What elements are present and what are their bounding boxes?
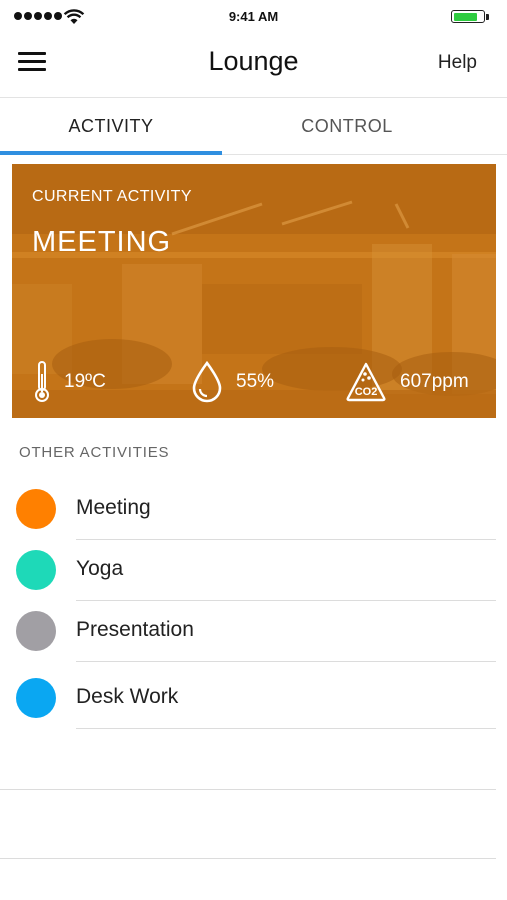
humidity-value: 55% <box>236 371 275 392</box>
help-button[interactable]: Help <box>438 52 477 74</box>
activity-color-dot <box>16 678 56 718</box>
tab-control[interactable]: CONTROL <box>236 99 458 155</box>
activity-label: Meeting <box>76 496 151 519</box>
activity-item-yoga[interactable]: Yoga <box>0 539 507 601</box>
battery-icon <box>451 10 485 23</box>
co2-icon-text: CO2 <box>355 386 378 398</box>
status-bar: 9:41 AM <box>0 0 507 32</box>
co2-icon: CO2 <box>346 362 386 402</box>
row-divider <box>76 661 496 662</box>
other-activities-header: OTHER ACTIVITIES <box>19 444 170 461</box>
activity-label: Yoga <box>76 557 124 580</box>
activity-item-desk-work[interactable]: Desk Work <box>0 667 507 729</box>
activity-color-dot <box>16 550 56 590</box>
co2-value: 607ppm <box>400 371 469 392</box>
activity-item-presentation[interactable]: Presentation <box>0 600 507 662</box>
list-divider <box>0 858 496 859</box>
humidity-stat: 55% <box>190 360 274 404</box>
nav-bar: Lounge Help <box>0 32 507 98</box>
status-time: 9:41 AM <box>228 9 279 24</box>
current-activity-label: CURRENT ACTIVITY <box>32 188 192 205</box>
active-tab-indicator <box>0 151 222 155</box>
activity-item-meeting[interactable]: Meeting <box>0 478 507 540</box>
list-divider <box>0 789 496 790</box>
current-activity-card[interactable]: CURRENT ACTIVITY MEETING 19ºC 55% CO2 60… <box>12 164 496 418</box>
activity-color-dot <box>16 489 56 529</box>
tab-activity[interactable]: ACTIVITY <box>0 99 222 155</box>
temperature-stat: 19ºC <box>32 360 106 404</box>
activity-color-dot <box>16 611 56 651</box>
battery-tip <box>486 14 489 20</box>
current-activity-name: MEETING <box>32 226 172 258</box>
water-drop-icon <box>192 360 222 403</box>
tab-bar: ACTIVITY CONTROL <box>0 99 507 155</box>
row-divider <box>76 728 496 729</box>
temperature-value: 19ºC <box>64 371 106 392</box>
co2-stat: CO2 607ppm <box>344 360 469 404</box>
page-title: Lounge <box>208 46 299 76</box>
activity-label: Desk Work <box>76 685 179 708</box>
thermometer-icon <box>35 361 49 402</box>
activity-label: Presentation <box>76 618 194 641</box>
